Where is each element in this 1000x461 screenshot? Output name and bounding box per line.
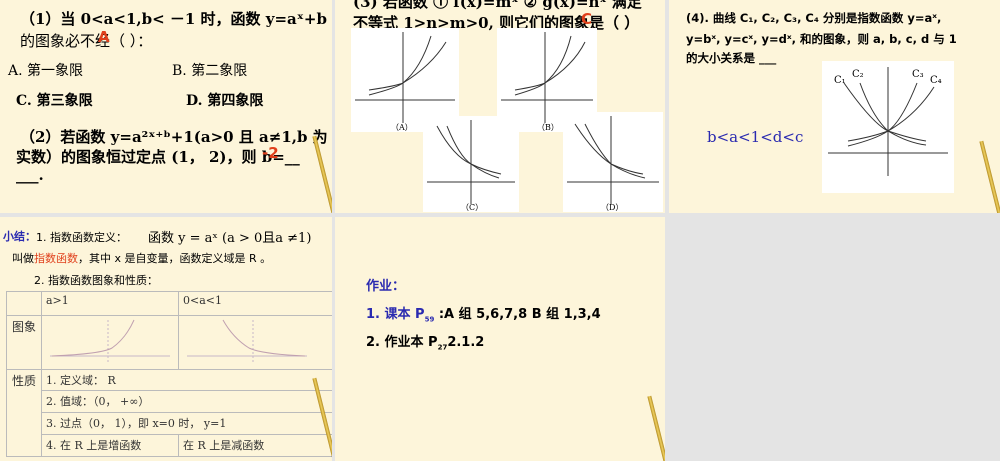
graph-c: （C） [423, 116, 519, 212]
option-d: D. 第四象限 [186, 93, 264, 109]
homework-item1-sub: 59 [424, 315, 435, 324]
question-1-line1: （1）当 0<a<1,b< －1 时，函数 y=aˣ+b [20, 10, 327, 28]
definition-term: 指数函数 [34, 252, 78, 265]
homework-item2-sub: 27 [437, 343, 448, 352]
option-a: A. 第一象限 [8, 63, 84, 79]
property-fixed-point: 3. 过点（0， 1），即 x=0 时， y=1 [41, 412, 332, 435]
question-3-line1: (3) 若函数 ① f(x)=mˣ ② g(x)=nˣ 满足 [353, 0, 642, 11]
answer-4: b<a<1<d<c [707, 128, 804, 146]
row-label-properties: 性质 [6, 369, 42, 457]
question-4-line2: y=bˣ, y=cˣ, y=dˣ, 和的图象，则 a, b, c, d 与 1 [686, 32, 957, 46]
pencil-icon [647, 395, 665, 461]
question-1-line2: 的图象必不经（ ）： [20, 32, 153, 50]
answer-2: -2 [262, 144, 279, 162]
row-label-graph: 图象 [6, 315, 42, 370]
homework-item2-pre: 2. 作业本 P [366, 335, 438, 350]
homework-item1-pre: 1. 课本 P [366, 307, 425, 322]
graph-d-label: （D） [601, 203, 623, 212]
graph-d: （D） [563, 112, 663, 212]
graph-c-label: （C） [461, 203, 483, 212]
question-2-line3: ___. [16, 166, 44, 184]
graph-a-label: （A） [391, 123, 413, 132]
header-a-lt-1: 0<a<1 [178, 291, 332, 316]
curve-label-c2: C₂ [852, 69, 864, 80]
curve-label-c1: C₁ [834, 75, 846, 86]
question-4-line3: 的大小关系是 ___ [686, 51, 777, 65]
question-2-line2: 实数）的图象恒过定点 (1， 2)，则 b=__ [16, 148, 300, 166]
decreasing-graph [187, 319, 307, 362]
question-2-line1: （2）若函数 y=a²ˣ⁺ᵇ+1(a>0 且 a≠1,b 为 [20, 128, 328, 146]
answer-3: C [581, 10, 593, 28]
property-decreasing: 在 R 上是减函数 [178, 434, 332, 457]
slide-thumbnail-5[interactable]: 作业： 1. 课本 P59 :A 组 5,6,7,8 B 组 1,3,4 2. … [335, 217, 665, 461]
definition-pre: 叫做 [12, 252, 34, 265]
homework-item2-post: 2.1.2 [447, 335, 485, 350]
homework-title: 作业： [366, 279, 406, 294]
curve-label-c4: C₄ [930, 75, 942, 86]
slide-thumbnail-1[interactable]: （1）当 0<a<1,b< －1 时，函数 y=aˣ+b 的图象必不经（ ）： … [0, 0, 332, 213]
properties-table: a>1 0<a<1 图象 性质 1. 定义域： R 2. 值域：（0， +∞） 3.… [6, 291, 332, 457]
slide-thumbnail-4[interactable]: 小结： 1. 指数函数定义： 函数 y = aˣ (a > 0且a ≠1) 叫做… [0, 217, 332, 461]
homework-item1-post: :A 组 5,6,7,8 B 组 1,3,4 [434, 307, 601, 322]
definition-title: 1. 指数函数定义： [36, 231, 127, 244]
pencil-icon [979, 140, 1000, 213]
property-range: 2. 值域：（0， +∞） [41, 390, 332, 413]
graph-b-label: （B） [537, 123, 559, 132]
properties-title: 2. 指数函数图象和性质： [34, 274, 158, 287]
curves-graph: C₁ C₂ C₃ C₄ [822, 61, 954, 193]
curve-label-c3: C₃ [912, 69, 924, 80]
summary-label: 小结： [3, 230, 36, 243]
answer-1: A [98, 28, 110, 46]
slide-thumbnail-2[interactable]: (3) 若函数 ① f(x)=mˣ ② g(x)=nˣ 满足 不等式 1>n>m… [335, 0, 665, 213]
option-c: C. 第三象限 [16, 93, 93, 109]
increasing-graph [50, 319, 170, 362]
definition-formula: 函数 y = aˣ (a > 0且a ≠1) [148, 231, 312, 246]
option-b: B. 第二象限 [172, 63, 248, 79]
definition-post: ，其中 x 是自变量，函数定义域是 R 。 [78, 252, 272, 265]
property-increasing: 4. 在 R 上是增函数 [41, 434, 179, 457]
question-4-line1: (4). 曲线 C₁, C₂, C₃, C₄ 分别是指数函数 y=aˣ, [686, 11, 942, 25]
slide-thumbnail-3[interactable]: (4). 曲线 C₁, C₂, C₃, C₄ 分别是指数函数 y=aˣ, y=b… [669, 0, 1000, 213]
pencil-icon [312, 135, 332, 213]
property-domain: 1. 定义域： R [41, 369, 332, 391]
header-a-gt-1: a>1 [41, 291, 179, 316]
